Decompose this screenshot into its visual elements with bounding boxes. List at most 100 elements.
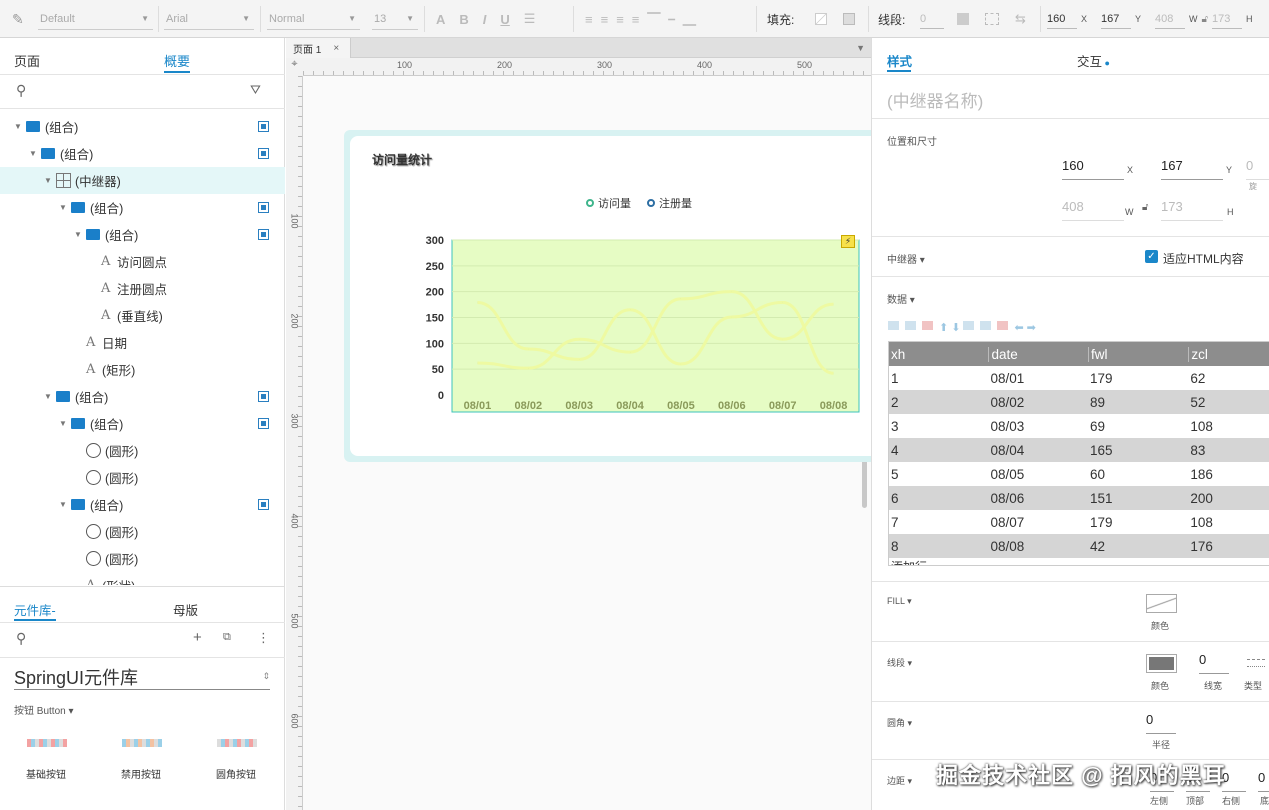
visibility-checkbox[interactable]	[258, 391, 269, 402]
table-cell[interactable]: 08/03	[988, 419, 1087, 434]
table-cell[interactable]: 69	[1088, 419, 1188, 434]
section-title[interactable]: 圆角 ▾	[887, 716, 912, 729]
expand-toggle-icon[interactable]: ▼	[29, 149, 41, 158]
italic-icon[interactable]: I	[483, 12, 487, 27]
widget-label[interactable]: 禁用按钮	[121, 766, 161, 781]
table-cell[interactable]: 2	[889, 395, 988, 410]
table-row[interactable]: 2 08/02 89 52	[889, 390, 1269, 414]
table-cell[interactable]: 151	[1088, 491, 1188, 506]
table-cell[interactable]: 1	[889, 371, 988, 386]
x-field[interactable]: 160	[1047, 9, 1077, 29]
font-dropdown[interactable]: Arial ▼	[164, 8, 254, 30]
section-title[interactable]: 线段 ▾	[887, 656, 912, 669]
page-tab[interactable]: 页面 1 ×	[286, 38, 351, 58]
table-cell[interactable]: 62	[1188, 371, 1269, 386]
library-window-icon[interactable]: ⧉	[223, 631, 231, 644]
table-cell[interactable]: 08/05	[988, 467, 1087, 482]
lock-icon[interactable]: 🔓︎	[1202, 14, 1208, 25]
section-title[interactable]: 数据 ▾	[887, 291, 915, 306]
tree-item[interactable]: (圆形)	[0, 464, 285, 491]
expand-toggle-icon[interactable]: ▼	[59, 500, 71, 509]
table-row[interactable]: 5 08/05 60 186	[889, 462, 1269, 486]
expand-toggle-icon[interactable]: ▼	[59, 203, 71, 212]
column-header[interactable]: xh	[889, 347, 988, 362]
table-cell[interactable]: 08/06	[988, 491, 1087, 506]
table-cell[interactable]: 200	[1188, 491, 1269, 506]
z-input[interactable]: 0	[1246, 158, 1269, 180]
weight-dropdown[interactable]: Normal ▼	[267, 8, 360, 30]
tab-pages[interactable]: 页面	[14, 51, 40, 70]
h-field[interactable]: 173	[1212, 9, 1243, 29]
align-right-icon[interactable]: ≡	[616, 12, 624, 27]
arrow-style-icon[interactable]: ⇆	[1015, 11, 1026, 27]
table-cell[interactable]: 08/04	[988, 443, 1087, 458]
stroke-color-icon[interactable]	[957, 13, 969, 25]
size-dropdown[interactable]: 13 ▼	[372, 8, 418, 30]
table-cell[interactable]: 52	[1188, 395, 1269, 410]
table-row[interactable]: 8 08/08 42 176	[889, 534, 1269, 558]
tree-item[interactable]: (圆形)	[0, 518, 285, 545]
tree-item[interactable]: A 日期	[0, 329, 285, 356]
padding-bottom-input[interactable]: 0	[1258, 770, 1269, 792]
lock-icon[interactable]: 🔓︎	[1142, 202, 1148, 213]
table-cell[interactable]: 08/08	[988, 539, 1087, 554]
visibility-checkbox[interactable]	[258, 229, 269, 240]
h-input[interactable]: 173	[1161, 199, 1223, 221]
visibility-checkbox[interactable]	[258, 148, 269, 159]
table-cell[interactable]: 4	[889, 443, 988, 458]
repeater-name-field[interactable]: (中继器名称)	[887, 87, 983, 112]
visibility-checkbox[interactable]	[258, 121, 269, 132]
table-cell[interactable]: 83	[1188, 443, 1269, 458]
table-cell[interactable]: 08/07	[988, 515, 1087, 530]
delete-row-icon[interactable]	[922, 321, 933, 330]
close-icon[interactable]: ×	[333, 43, 339, 54]
add-row[interactable]: 添加行	[889, 558, 1269, 565]
valign-middle-icon[interactable]: ⎯	[668, 11, 675, 27]
tree-item[interactable]: A 访问圆点	[0, 248, 285, 275]
widget-label[interactable]: 圆角按钮	[216, 766, 256, 781]
style-dropdown[interactable]: Default ▼	[38, 8, 153, 30]
delete-col-icon[interactable]	[997, 321, 1009, 330]
search-icon[interactable]: ⚲	[16, 630, 26, 647]
table-row[interactable]: 3 08/03 69 108	[889, 414, 1269, 438]
tab-masters[interactable]: 母版	[173, 600, 198, 619]
w-input[interactable]: 408	[1062, 199, 1124, 221]
valign-top-icon[interactable]: ⎺	[647, 11, 660, 27]
section-title[interactable]: FILL ▾	[887, 596, 912, 607]
move-up-icon[interactable]: ⬆	[939, 321, 948, 334]
align-left-icon[interactable]: ≡	[585, 12, 593, 27]
tree-item[interactable]: ▼ (组合)	[0, 113, 285, 140]
add-icon[interactable]: +	[193, 629, 202, 646]
table-row[interactable]: 6 08/06 151 200	[889, 486, 1269, 510]
column-header[interactable]: fwl	[1087, 346, 1188, 362]
table-cell[interactable]: 7	[889, 515, 988, 530]
expand-toggle-icon[interactable]: ▼	[14, 122, 26, 131]
insert-row-above-icon[interactable]	[888, 321, 899, 330]
tree-item[interactable]: ▼ (组合)	[0, 194, 285, 221]
table-cell[interactable]: 108	[1188, 419, 1269, 434]
visibility-checkbox[interactable]	[258, 499, 269, 510]
tab-library[interactable]: 元件库-	[14, 600, 56, 619]
tree-item[interactable]: A(形状)	[0, 572, 285, 585]
x-input[interactable]: 160	[1062, 158, 1124, 180]
tree-item[interactable]: (圆形)	[0, 545, 285, 572]
table-row[interactable]: 7 08/07 179 108	[889, 510, 1269, 534]
table-cell[interactable]: 108	[1188, 515, 1269, 530]
w-field[interactable]: 408	[1155, 9, 1186, 29]
table-cell[interactable]: 6	[889, 491, 988, 506]
table-row[interactable]: 4 08/04 165 83	[889, 438, 1269, 462]
stroke-pattern-icon[interactable]	[985, 13, 999, 25]
style-icon[interactable]: ✎	[12, 0, 24, 38]
table-cell[interactable]: 42	[1088, 539, 1188, 554]
data-table[interactable]: xh date fwl zcl 1 08/01 179 62 2 08/02 89 52 3 08…	[888, 341, 1269, 566]
align-center-icon[interactable]: ≡	[601, 12, 609, 27]
widget-label[interactable]: 基础按钮	[26, 766, 66, 781]
library-select[interactable]: SpringUI元件库 ⇕	[14, 664, 270, 690]
table-cell[interactable]: 08/02	[988, 395, 1087, 410]
y-field[interactable]: 167	[1101, 9, 1132, 29]
list-icon[interactable]: ☰	[524, 11, 536, 27]
table-cell[interactable]: 179	[1088, 371, 1188, 386]
tree-item[interactable]: A 注册圆点	[0, 275, 285, 302]
move-down-icon[interactable]: ⬇	[951, 321, 960, 334]
fill-shadow-icon[interactable]	[843, 13, 855, 25]
